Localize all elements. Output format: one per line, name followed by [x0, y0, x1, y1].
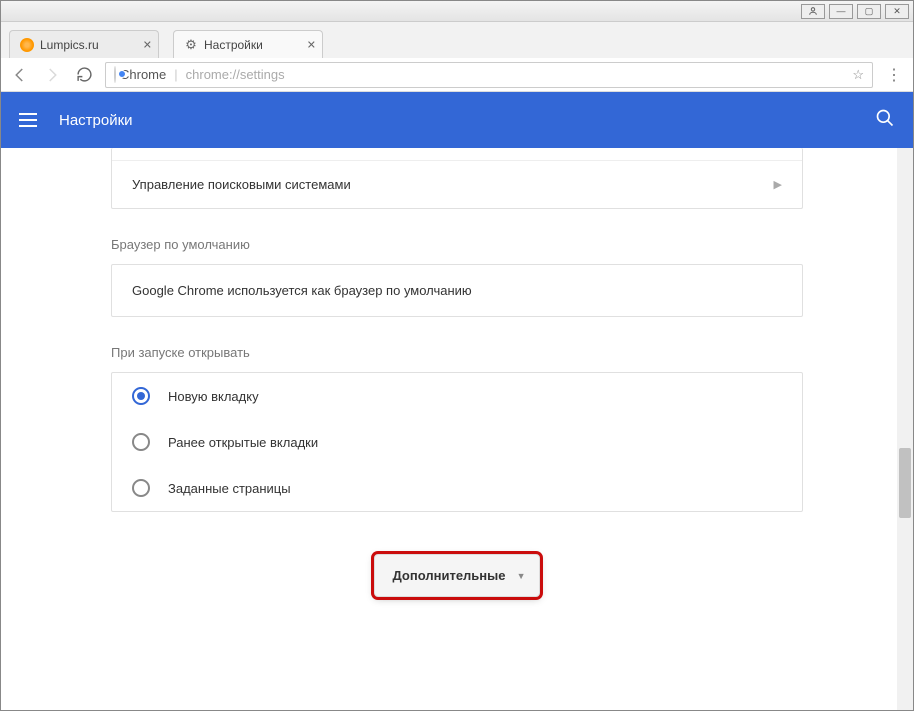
toolbar: Chrome | chrome://settings ☆ ⋮: [1, 58, 913, 92]
radio-unselected-icon: [132, 433, 150, 451]
menu-icon[interactable]: [19, 113, 37, 127]
scroll-thumb[interactable]: [899, 448, 911, 518]
window-titlebar: — ▢ ✕: [1, 1, 913, 22]
settings-header: Настройки: [1, 92, 913, 148]
advanced-button-label: Дополнительные: [393, 568, 506, 583]
settings-body: Управление поисковыми системами ▶ Браузе…: [1, 148, 913, 617]
startup-option-new-tab[interactable]: Новую вкладку: [112, 373, 802, 419]
gear-icon: ⚙: [184, 38, 198, 52]
option-label: Новую вкладку: [168, 389, 259, 404]
on-startup-card: Новую вкладку Ранее открытые вкладки Зад…: [111, 372, 803, 512]
site-info[interactable]: Chrome: [114, 67, 166, 82]
radio-selected-icon: [132, 387, 150, 405]
divider: |: [174, 67, 177, 82]
bookmark-star-icon[interactable]: ☆: [852, 67, 864, 83]
back-button[interactable]: [9, 64, 31, 86]
url-text: chrome://settings: [186, 67, 285, 82]
close-window-button[interactable]: ✕: [885, 4, 909, 19]
content: Настройки Управление поисковыми системам…: [1, 92, 913, 710]
search-engine-card: Управление поисковыми системами ▶: [111, 148, 803, 209]
tab-title: Настройки: [204, 38, 263, 52]
default-browser-status: Google Chrome используется как браузер п…: [132, 283, 472, 298]
advanced-button[interactable]: Дополнительные ▼: [374, 554, 541, 597]
manage-search-engines-row[interactable]: Управление поисковыми системами ▶: [112, 160, 802, 208]
card-row-clipped: [112, 148, 802, 160]
chrome-icon: [114, 67, 116, 82]
forward-button[interactable]: [41, 64, 63, 86]
tab-title: Lumpics.ru: [40, 38, 99, 52]
scroll-area: Управление поисковыми системами ▶ Браузе…: [1, 148, 913, 710]
orange-circle-icon: [20, 38, 34, 52]
option-label: Ранее открытые вкладки: [168, 435, 318, 450]
address-bar[interactable]: Chrome | chrome://settings ☆: [105, 62, 873, 88]
radio-unselected-icon: [132, 479, 150, 497]
close-icon[interactable]: ✕: [143, 38, 152, 51]
close-icon[interactable]: ✕: [307, 38, 316, 51]
scrollbar[interactable]: [897, 148, 913, 710]
secure-label: Chrome: [120, 67, 166, 82]
chevron-right-icon: ▶: [774, 178, 782, 191]
tab-strip: Lumpics.ru ✕ ⚙ Настройки ✕: [1, 22, 913, 58]
startup-option-specific-pages[interactable]: Заданные страницы: [112, 465, 802, 511]
minimize-button[interactable]: —: [829, 4, 853, 19]
startup-option-continue[interactable]: Ранее открытые вкладки: [112, 419, 802, 465]
kebab-menu-icon[interactable]: ⋮: [883, 65, 905, 85]
maximize-button[interactable]: ▢: [857, 4, 881, 19]
user-icon[interactable]: [801, 4, 825, 19]
option-label: Заданные страницы: [168, 481, 291, 496]
window: — ▢ ✕ Lumpics.ru ✕ ⚙ Настройки ✕ Chrome: [0, 0, 914, 711]
section-on-startup-label: При запуске открывать: [111, 345, 803, 360]
advanced-section: Дополнительные ▼: [1, 554, 913, 597]
default-browser-card: Google Chrome используется как браузер п…: [111, 264, 803, 317]
reload-button[interactable]: [73, 64, 95, 86]
row-label: Управление поисковыми системами: [132, 177, 351, 192]
section-default-browser-label: Браузер по умолчанию: [111, 237, 803, 252]
tab-lumpics[interactable]: Lumpics.ru ✕: [9, 30, 159, 58]
tab-settings[interactable]: ⚙ Настройки ✕: [173, 30, 323, 58]
page-title: Настройки: [59, 112, 133, 129]
search-icon[interactable]: [875, 108, 895, 133]
caret-down-icon: ▼: [517, 571, 526, 581]
